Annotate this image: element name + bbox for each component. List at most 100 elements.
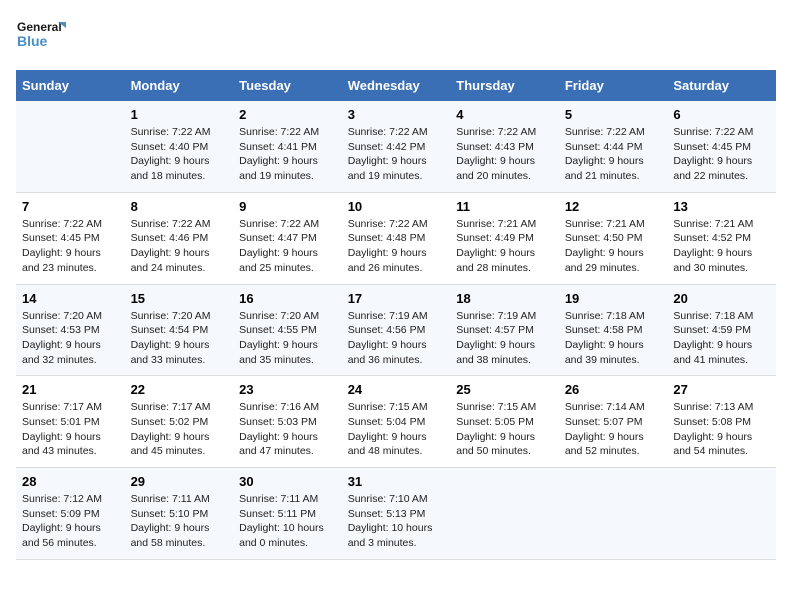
date-number: 18 bbox=[456, 291, 553, 306]
svg-text:General: General bbox=[17, 20, 62, 34]
day-header-wednesday: Wednesday bbox=[342, 70, 451, 101]
date-number: 7 bbox=[22, 199, 119, 214]
date-number: 27 bbox=[673, 382, 770, 397]
date-number: 12 bbox=[565, 199, 662, 214]
cell-info: Sunrise: 7:20 AMSunset: 4:53 PMDaylight:… bbox=[22, 309, 119, 368]
date-number: 23 bbox=[239, 382, 336, 397]
calendar-cell: 25 Sunrise: 7:15 AMSunset: 5:05 PMDaylig… bbox=[450, 376, 559, 468]
date-number: 2 bbox=[239, 107, 336, 122]
calendar-cell: 22 Sunrise: 7:17 AMSunset: 5:02 PMDaylig… bbox=[125, 376, 234, 468]
cell-info: Sunrise: 7:21 AMSunset: 4:50 PMDaylight:… bbox=[565, 217, 662, 276]
calendar-cell: 30 Sunrise: 7:11 AMSunset: 5:11 PMDaylig… bbox=[233, 468, 342, 560]
cell-info: Sunrise: 7:14 AMSunset: 5:07 PMDaylight:… bbox=[565, 400, 662, 459]
svg-text:Blue: Blue bbox=[17, 33, 48, 49]
date-number: 30 bbox=[239, 474, 336, 489]
logo-svg: General Blue bbox=[16, 16, 66, 58]
date-number: 22 bbox=[131, 382, 228, 397]
cell-info: Sunrise: 7:12 AMSunset: 5:09 PMDaylight:… bbox=[22, 492, 119, 551]
cell-info: Sunrise: 7:18 AMSunset: 4:59 PMDaylight:… bbox=[673, 309, 770, 368]
calendar-cell: 20 Sunrise: 7:18 AMSunset: 4:59 PMDaylig… bbox=[667, 284, 776, 376]
calendar-cell: 28 Sunrise: 7:12 AMSunset: 5:09 PMDaylig… bbox=[16, 468, 125, 560]
logo: General Blue bbox=[16, 16, 66, 58]
day-header-thursday: Thursday bbox=[450, 70, 559, 101]
day-header-friday: Friday bbox=[559, 70, 668, 101]
day-header-monday: Monday bbox=[125, 70, 234, 101]
date-number: 21 bbox=[22, 382, 119, 397]
week-row-4: 21 Sunrise: 7:17 AMSunset: 5:01 PMDaylig… bbox=[16, 376, 776, 468]
calendar-cell: 26 Sunrise: 7:14 AMSunset: 5:07 PMDaylig… bbox=[559, 376, 668, 468]
calendar-cell: 1 Sunrise: 7:22 AMSunset: 4:40 PMDayligh… bbox=[125, 101, 234, 192]
cell-info: Sunrise: 7:22 AMSunset: 4:45 PMDaylight:… bbox=[22, 217, 119, 276]
cell-info: Sunrise: 7:22 AMSunset: 4:47 PMDaylight:… bbox=[239, 217, 336, 276]
cell-info: Sunrise: 7:22 AMSunset: 4:45 PMDaylight:… bbox=[673, 125, 770, 184]
calendar-cell: 3 Sunrise: 7:22 AMSunset: 4:42 PMDayligh… bbox=[342, 101, 451, 192]
week-row-5: 28 Sunrise: 7:12 AMSunset: 5:09 PMDaylig… bbox=[16, 468, 776, 560]
calendar-cell: 11 Sunrise: 7:21 AMSunset: 4:49 PMDaylig… bbox=[450, 192, 559, 284]
day-header-tuesday: Tuesday bbox=[233, 70, 342, 101]
cell-info: Sunrise: 7:22 AMSunset: 4:41 PMDaylight:… bbox=[239, 125, 336, 184]
calendar-cell: 23 Sunrise: 7:16 AMSunset: 5:03 PMDaylig… bbox=[233, 376, 342, 468]
date-number: 15 bbox=[131, 291, 228, 306]
cell-info: Sunrise: 7:22 AMSunset: 4:48 PMDaylight:… bbox=[348, 217, 445, 276]
calendar-cell bbox=[450, 468, 559, 560]
date-number: 16 bbox=[239, 291, 336, 306]
calendar-cell: 13 Sunrise: 7:21 AMSunset: 4:52 PMDaylig… bbox=[667, 192, 776, 284]
calendar-cell: 17 Sunrise: 7:19 AMSunset: 4:56 PMDaylig… bbox=[342, 284, 451, 376]
cell-info: Sunrise: 7:22 AMSunset: 4:46 PMDaylight:… bbox=[131, 217, 228, 276]
cell-info: Sunrise: 7:19 AMSunset: 4:56 PMDaylight:… bbox=[348, 309, 445, 368]
calendar-cell: 14 Sunrise: 7:20 AMSunset: 4:53 PMDaylig… bbox=[16, 284, 125, 376]
calendar-cell: 5 Sunrise: 7:22 AMSunset: 4:44 PMDayligh… bbox=[559, 101, 668, 192]
cell-info: Sunrise: 7:18 AMSunset: 4:58 PMDaylight:… bbox=[565, 309, 662, 368]
cell-info: Sunrise: 7:15 AMSunset: 5:04 PMDaylight:… bbox=[348, 400, 445, 459]
date-number: 28 bbox=[22, 474, 119, 489]
calendar-cell: 4 Sunrise: 7:22 AMSunset: 4:43 PMDayligh… bbox=[450, 101, 559, 192]
cell-info: Sunrise: 7:20 AMSunset: 4:55 PMDaylight:… bbox=[239, 309, 336, 368]
date-number: 19 bbox=[565, 291, 662, 306]
header-row: SundayMondayTuesdayWednesdayThursdayFrid… bbox=[16, 70, 776, 101]
cell-info: Sunrise: 7:10 AMSunset: 5:13 PMDaylight:… bbox=[348, 492, 445, 551]
cell-info: Sunrise: 7:20 AMSunset: 4:54 PMDaylight:… bbox=[131, 309, 228, 368]
calendar-cell bbox=[559, 468, 668, 560]
calendar-cell: 18 Sunrise: 7:19 AMSunset: 4:57 PMDaylig… bbox=[450, 284, 559, 376]
cell-info: Sunrise: 7:15 AMSunset: 5:05 PMDaylight:… bbox=[456, 400, 553, 459]
calendar-cell: 6 Sunrise: 7:22 AMSunset: 4:45 PMDayligh… bbox=[667, 101, 776, 192]
day-header-sunday: Sunday bbox=[16, 70, 125, 101]
cell-info: Sunrise: 7:22 AMSunset: 4:40 PMDaylight:… bbox=[131, 125, 228, 184]
date-number: 3 bbox=[348, 107, 445, 122]
date-number: 8 bbox=[131, 199, 228, 214]
week-row-3: 14 Sunrise: 7:20 AMSunset: 4:53 PMDaylig… bbox=[16, 284, 776, 376]
cell-info: Sunrise: 7:22 AMSunset: 4:43 PMDaylight:… bbox=[456, 125, 553, 184]
calendar-cell: 29 Sunrise: 7:11 AMSunset: 5:10 PMDaylig… bbox=[125, 468, 234, 560]
cell-info: Sunrise: 7:16 AMSunset: 5:03 PMDaylight:… bbox=[239, 400, 336, 459]
date-number: 14 bbox=[22, 291, 119, 306]
calendar-cell: 2 Sunrise: 7:22 AMSunset: 4:41 PMDayligh… bbox=[233, 101, 342, 192]
date-number: 20 bbox=[673, 291, 770, 306]
calendar-cell: 9 Sunrise: 7:22 AMSunset: 4:47 PMDayligh… bbox=[233, 192, 342, 284]
calendar-cell: 19 Sunrise: 7:18 AMSunset: 4:58 PMDaylig… bbox=[559, 284, 668, 376]
date-number: 31 bbox=[348, 474, 445, 489]
cell-info: Sunrise: 7:13 AMSunset: 5:08 PMDaylight:… bbox=[673, 400, 770, 459]
cell-info: Sunrise: 7:11 AMSunset: 5:10 PMDaylight:… bbox=[131, 492, 228, 551]
date-number: 26 bbox=[565, 382, 662, 397]
cell-info: Sunrise: 7:21 AMSunset: 4:52 PMDaylight:… bbox=[673, 217, 770, 276]
date-number: 9 bbox=[239, 199, 336, 214]
calendar-cell bbox=[667, 468, 776, 560]
calendar-cell: 24 Sunrise: 7:15 AMSunset: 5:04 PMDaylig… bbox=[342, 376, 451, 468]
calendar-cell: 27 Sunrise: 7:13 AMSunset: 5:08 PMDaylig… bbox=[667, 376, 776, 468]
header: General Blue bbox=[16, 16, 776, 58]
calendar-table: SundayMondayTuesdayWednesdayThursdayFrid… bbox=[16, 70, 776, 560]
cell-info: Sunrise: 7:17 AMSunset: 5:01 PMDaylight:… bbox=[22, 400, 119, 459]
cell-info: Sunrise: 7:22 AMSunset: 4:44 PMDaylight:… bbox=[565, 125, 662, 184]
date-number: 24 bbox=[348, 382, 445, 397]
week-row-1: 1 Sunrise: 7:22 AMSunset: 4:40 PMDayligh… bbox=[16, 101, 776, 192]
calendar-cell: 8 Sunrise: 7:22 AMSunset: 4:46 PMDayligh… bbox=[125, 192, 234, 284]
date-number: 11 bbox=[456, 199, 553, 214]
calendar-cell: 31 Sunrise: 7:10 AMSunset: 5:13 PMDaylig… bbox=[342, 468, 451, 560]
date-number: 10 bbox=[348, 199, 445, 214]
cell-info: Sunrise: 7:19 AMSunset: 4:57 PMDaylight:… bbox=[456, 309, 553, 368]
cell-info: Sunrise: 7:21 AMSunset: 4:49 PMDaylight:… bbox=[456, 217, 553, 276]
calendar-cell: 10 Sunrise: 7:22 AMSunset: 4:48 PMDaylig… bbox=[342, 192, 451, 284]
date-number: 25 bbox=[456, 382, 553, 397]
calendar-cell: 16 Sunrise: 7:20 AMSunset: 4:55 PMDaylig… bbox=[233, 284, 342, 376]
cell-info: Sunrise: 7:22 AMSunset: 4:42 PMDaylight:… bbox=[348, 125, 445, 184]
